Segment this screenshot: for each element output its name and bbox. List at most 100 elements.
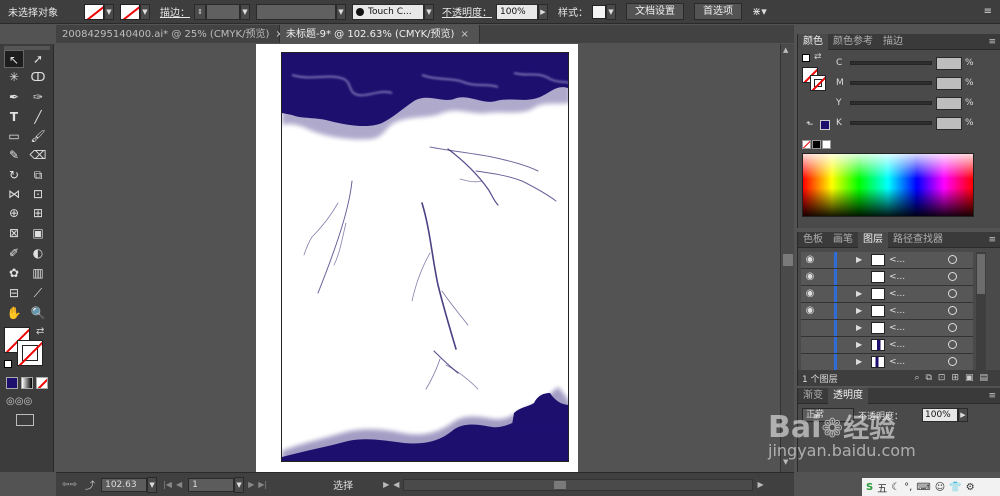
slice-tool-icon[interactable]: ⟋ bbox=[28, 284, 48, 302]
tab-color[interactable]: 颜色 bbox=[798, 33, 828, 50]
stroke-color-box[interactable] bbox=[17, 340, 43, 366]
artboard[interactable] bbox=[256, 44, 578, 472]
tab-pathfinder[interactable]: 路径查找器 bbox=[888, 232, 948, 248]
pen-tool-icon[interactable]: ✒ bbox=[4, 88, 24, 106]
user-icon[interactable]: ☺ bbox=[935, 482, 945, 493]
stroke-dropdown[interactable]: ▼ bbox=[140, 3, 150, 20]
prev-page-icon[interactable]: ◀ bbox=[176, 480, 182, 489]
stroke-weight-stepper[interactable]: ⇕ bbox=[194, 3, 206, 20]
eraser-tool-icon[interactable]: ⌫ bbox=[28, 146, 48, 164]
visibility-eye-icon[interactable]: ◉ bbox=[803, 271, 817, 283]
panel-menu-icon[interactable]: ≡ bbox=[988, 235, 1000, 245]
style-swatch[interactable] bbox=[592, 4, 606, 19]
export-icon[interactable]: ⤴ bbox=[85, 477, 95, 492]
mesh-tool-icon[interactable]: ⊠ bbox=[4, 224, 24, 242]
visibility-eye-icon[interactable]: ◉ bbox=[803, 305, 817, 317]
tab-color-guide[interactable]: 颜色参考 bbox=[828, 34, 878, 50]
magenta-value[interactable] bbox=[936, 76, 962, 90]
tab-brushes[interactable]: 画笔 bbox=[828, 232, 858, 248]
tab-transparency[interactable]: 透明度 bbox=[828, 387, 868, 404]
layer-row[interactable]: ▶ <... bbox=[801, 320, 973, 337]
brush-definition[interactable]: Touch C... bbox=[352, 3, 424, 20]
screen-mode-icon[interactable] bbox=[16, 414, 34, 426]
status-mode[interactable]: 选择 bbox=[303, 477, 383, 492]
tab-swatches[interactable]: 色板 bbox=[798, 232, 828, 248]
scroll-left-icon[interactable]: ◀ bbox=[393, 480, 399, 489]
document-setup-button[interactable]: 文档设置 bbox=[626, 3, 684, 20]
arrange-icon[interactable]: ⋇▾ bbox=[752, 5, 767, 18]
expand-triangle-icon[interactable]: ▶ bbox=[856, 303, 862, 319]
line-tool-icon[interactable]: ╱ bbox=[28, 108, 48, 126]
hand-tool-icon[interactable]: ✋ bbox=[4, 304, 24, 322]
next-page-icon[interactable]: ▶ bbox=[248, 480, 254, 489]
selection-tool-icon[interactable]: ↖ bbox=[4, 50, 24, 68]
scroll-up-icon[interactable]: ▲ bbox=[783, 46, 788, 54]
swap-colors-icon[interactable]: ⇄ bbox=[814, 52, 822, 62]
stroke-swatch[interactable] bbox=[120, 3, 140, 20]
expand-triangle-icon[interactable]: ▶ bbox=[856, 354, 862, 370]
target-circle-icon[interactable] bbox=[948, 306, 957, 315]
magenta-slider[interactable]: M % bbox=[836, 76, 974, 90]
cyan-value[interactable] bbox=[936, 56, 962, 70]
layers-scroll-thumb[interactable] bbox=[977, 254, 985, 294]
brush-dropdown[interactable]: ▼ bbox=[424, 3, 434, 20]
target-circle-icon[interactable] bbox=[948, 357, 957, 366]
stroke-label[interactable]: 描边： bbox=[160, 4, 190, 19]
drawing-mode-icon[interactable]: ◎◎◎ bbox=[6, 396, 36, 408]
black-swatch[interactable] bbox=[812, 140, 821, 149]
canvas-area[interactable] bbox=[56, 44, 778, 472]
ime-mode[interactable]: 五 bbox=[877, 480, 887, 495]
opacity-field[interactable]: 100% bbox=[496, 3, 538, 20]
scroll-right-icon[interactable]: ▶ bbox=[757, 480, 763, 489]
gradient-tool-icon[interactable]: ▣ bbox=[28, 224, 48, 242]
keyboard-icon[interactable]: ⌨ bbox=[916, 482, 930, 493]
target-circle-icon[interactable] bbox=[948, 272, 957, 281]
eyedropper-tool-icon[interactable]: ✐ bbox=[4, 244, 24, 262]
none-mode-icon[interactable] bbox=[36, 377, 48, 389]
shape-builder-tool-icon[interactable]: ⊕ bbox=[4, 204, 24, 222]
magic-wand-tool-icon[interactable]: ✳ bbox=[4, 68, 24, 86]
gradient-mode-icon[interactable] bbox=[21, 377, 33, 389]
last-color-swatch[interactable] bbox=[820, 120, 830, 130]
target-circle-icon[interactable] bbox=[948, 340, 957, 349]
curvature-tool-icon[interactable]: ✑ bbox=[28, 88, 48, 106]
hscroll-thumb[interactable] bbox=[554, 480, 567, 489]
visibility-eye-icon[interactable]: ◉ bbox=[803, 288, 817, 300]
column-graph-tool-icon[interactable]: ▥ bbox=[28, 264, 48, 282]
layers-scrollbar[interactable] bbox=[976, 252, 986, 370]
rectangle-tool-icon[interactable]: ▭ bbox=[4, 127, 24, 145]
black-slider[interactable]: K % bbox=[836, 116, 974, 130]
artboard-nav-icon[interactable]: ⇦⇨ bbox=[62, 480, 77, 490]
shirt-icon[interactable]: 👕 bbox=[949, 482, 961, 493]
settings-icon[interactable]: ⚙ bbox=[966, 482, 975, 493]
direct-selection-tool-icon[interactable]: ➚ bbox=[28, 50, 48, 68]
variable-width-field[interactable] bbox=[256, 3, 336, 20]
opacity-label[interactable]: 不透明度： bbox=[442, 4, 492, 19]
stroke-weight-dropdown[interactable]: ▼ bbox=[240, 3, 250, 20]
preferences-button[interactable]: 首选项 bbox=[694, 3, 742, 20]
horizontal-scrollbar[interactable] bbox=[403, 478, 754, 491]
tab-document-2[interactable]: 未标题-9* @ 102.63% (CMYK/预览) × bbox=[280, 25, 480, 43]
opacity-slider-toggle[interactable]: ▶ bbox=[958, 408, 968, 422]
symbol-sprayer-tool-icon[interactable]: ✿ bbox=[4, 264, 24, 282]
opacity-dropdown[interactable]: ▶ bbox=[538, 3, 548, 20]
stroke-color-box[interactable] bbox=[810, 75, 826, 91]
target-circle-icon[interactable] bbox=[948, 289, 957, 298]
tab-document-1[interactable]: 20084295140400.ai* @ 25% (CMYK/预览) × bbox=[56, 25, 284, 43]
layer-row[interactable]: ▶ <... bbox=[801, 354, 973, 371]
rotate-tool-icon[interactable]: ↻ bbox=[4, 166, 24, 184]
expand-triangle-icon[interactable]: ▶ bbox=[856, 337, 862, 353]
layer-row[interactable]: ◉ ▶ <... bbox=[801, 303, 973, 320]
fill-swatch[interactable] bbox=[84, 3, 104, 20]
zoom-tool-icon[interactable]: 🔍 bbox=[28, 304, 48, 322]
layer-row[interactable]: ◉ ▶ <... bbox=[801, 252, 973, 269]
tab-gradient[interactable]: 渐变 bbox=[798, 388, 828, 404]
fill-dropdown[interactable]: ▼ bbox=[104, 3, 114, 20]
target-circle-icon[interactable] bbox=[948, 255, 957, 264]
expand-triangle-icon[interactable]: ▶ bbox=[856, 252, 862, 268]
none-swatch[interactable] bbox=[802, 140, 811, 149]
layer-row[interactable]: ▶ <... bbox=[801, 337, 973, 354]
opacity-field[interactable]: 100% bbox=[922, 408, 958, 422]
default-colors-icon[interactable] bbox=[4, 360, 12, 368]
ime-logo-icon[interactable]: S bbox=[866, 482, 873, 493]
